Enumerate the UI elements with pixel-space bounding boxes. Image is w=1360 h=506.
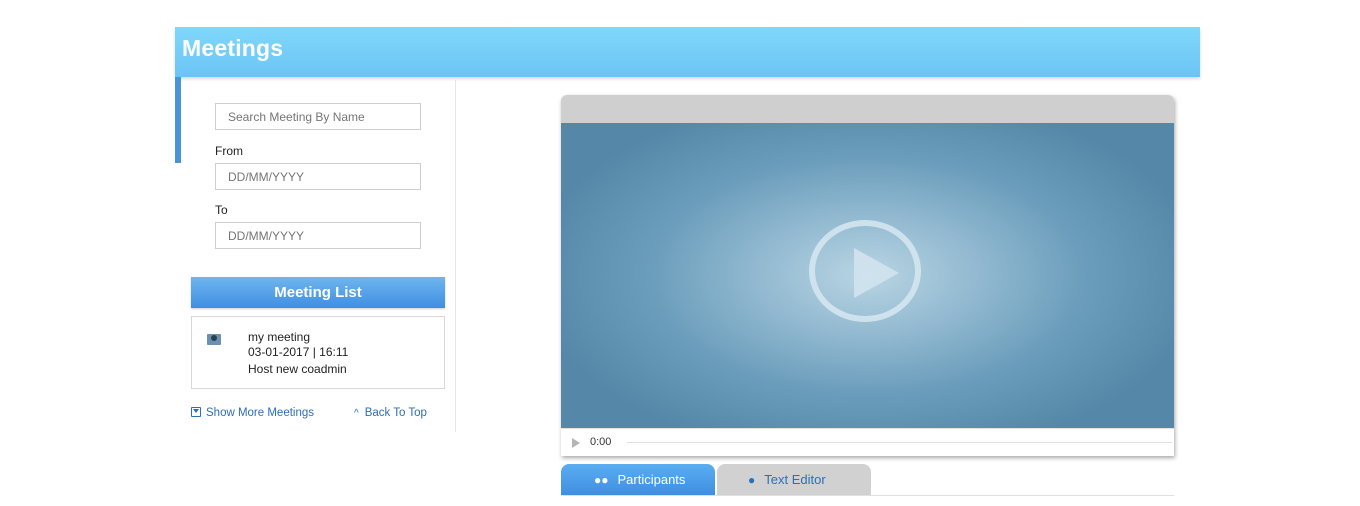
from-date-field[interactable] [215, 163, 421, 190]
search-input[interactable] [215, 103, 421, 130]
sidebar-accent-bar [175, 77, 181, 163]
video-screen[interactable] [561, 123, 1174, 428]
sidebar-divider [455, 80, 456, 432]
seek-bar[interactable] [627, 442, 1172, 443]
caret-up-icon: ^ [354, 408, 359, 419]
time-display: 0:00 [590, 436, 612, 448]
tab-participants-label: Participants [617, 472, 686, 487]
chat-bubble-icon: ● [748, 473, 756, 487]
tab-text-editor[interactable]: ● Text Editor [717, 464, 871, 496]
meeting-name: my meeting [248, 330, 311, 344]
meeting-host: Host new coadmin [248, 362, 347, 376]
page-header: Meetings [175, 27, 1200, 77]
users-icon: ●● [594, 473, 609, 487]
page-title: Meetings [182, 35, 284, 61]
back-to-top-link[interactable]: ^ Back To Top [354, 407, 427, 419]
video-controls: 0:00 [561, 428, 1174, 456]
meeting-datetime: 03-01-2017 | 16:11 [248, 345, 349, 359]
play-icon[interactable] [854, 248, 899, 298]
meeting-list-header: Meeting List [191, 277, 445, 308]
to-label: To [215, 203, 228, 217]
expand-square-icon [191, 407, 201, 417]
meeting-list-item[interactable]: my meeting 03-01-2017 | 16:11 Host new c… [191, 316, 445, 389]
show-more-label: Show More Meetings [206, 407, 315, 419]
play-button-icon[interactable] [572, 438, 580, 448]
back-to-top-label: Back To Top [364, 407, 427, 419]
video-player[interactable]: 0:00 [561, 95, 1174, 456]
show-more-meetings-link[interactable]: Show More Meetings [191, 407, 314, 419]
to-date-field[interactable] [215, 222, 421, 249]
user-icon [207, 334, 221, 345]
from-label: From [215, 144, 243, 158]
tab-participants[interactable]: ●● Participants [561, 464, 715, 496]
tab-baseline [561, 495, 1174, 496]
video-title-bar [561, 95, 1174, 123]
tab-text-editor-label: Text Editor [764, 472, 826, 487]
